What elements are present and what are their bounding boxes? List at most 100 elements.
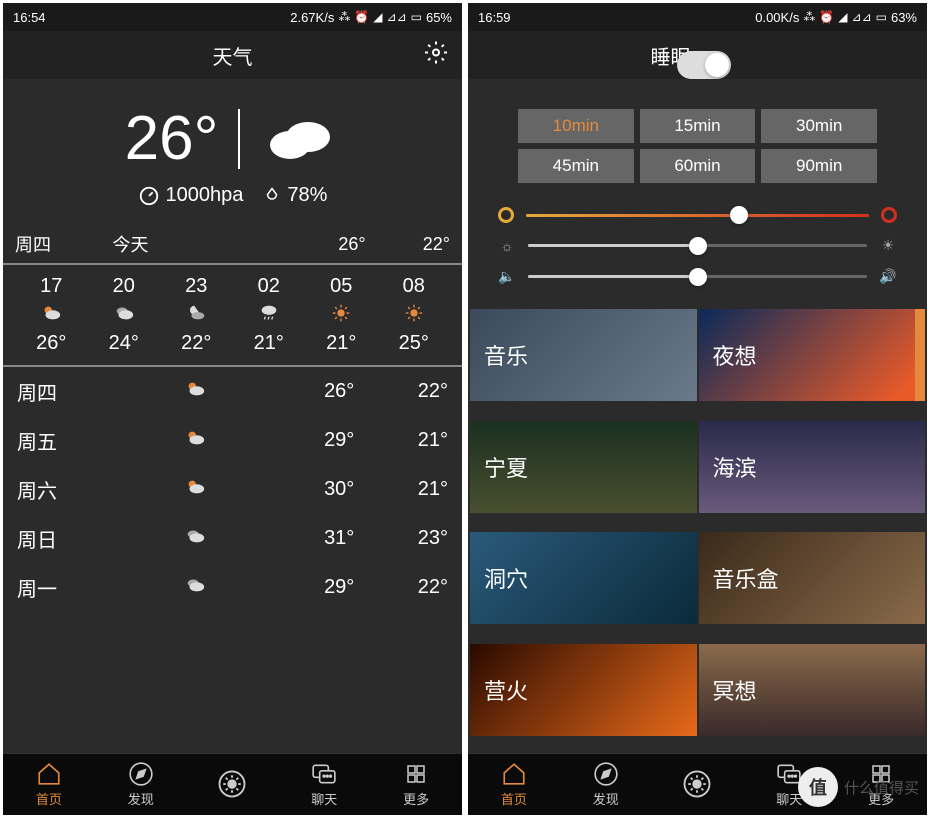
slider-track[interactable] [528,275,867,278]
sound-label: 洞穴 [484,562,528,594]
day-hi: 30° [261,478,355,501]
statusbar: 16:54 2.67K/s ⁂ ⏰ ◢ ⊿⊿ ▭ 65% [3,3,462,31]
volume-low-icon: 🔈 [498,268,516,285]
nav-compass[interactable]: 发现 [95,754,187,815]
sound-card[interactable]: 洞穴 [470,532,697,624]
watermark: 值 什么值得买 [798,767,919,807]
nav-sun[interactable] [187,754,279,815]
alarm-icon: ⏰ [354,10,369,24]
brightness-low-icon: ☼ [498,238,516,254]
volume-high-icon: 🔊 [879,268,897,285]
sound-card[interactable]: 冥想 [699,644,926,736]
nav-sun[interactable] [652,754,744,815]
page-title: 天气 [213,41,253,70]
nav-label: 更多 [403,789,429,808]
signal-icon: ⊿⊿ [852,10,872,24]
brightness-slider[interactable]: ☼ ☀ [498,237,897,254]
sound-card[interactable]: 营火 [470,644,697,736]
weather-stats: 1000hpa 78% [3,184,462,225]
slider-thumb[interactable] [730,206,748,224]
daily-row: 周六 30° 21° [3,465,462,514]
day-hi: 31° [261,527,355,550]
today-row: 周四 今天 26° 22° [3,225,462,263]
slider-thumb[interactable] [689,268,707,286]
day-lo: 23° [354,527,448,550]
nav-grid[interactable]: 更多 [370,754,462,815]
nav-chat[interactable]: 聊天 [278,754,370,815]
statusbar-time: 16:59 [478,10,511,25]
sun-icon [217,771,247,797]
bluetooth-icon: ⁂ [338,10,350,24]
slider-thumb[interactable] [689,237,707,255]
daily-row: 周五 29° 21° [3,416,462,465]
nav-home[interactable]: 首页 [468,754,560,815]
color-slider[interactable] [498,207,897,223]
sound-card[interactable]: 音乐 [470,309,697,401]
hour-temp: 26° [15,328,88,359]
hour-time: 08 [378,271,451,302]
cloudy-icon [260,109,340,169]
sound-card[interactable]: 海滨 [699,421,926,513]
timer-option[interactable]: 60min [640,149,756,183]
timer-option[interactable]: 30min [761,109,877,143]
droplet-icon [263,185,281,207]
sound-card[interactable]: 夜想 [699,309,926,401]
pressure: 1000hpa [138,184,244,207]
timer-option[interactable]: 45min [518,149,634,183]
today-label: 今天 [83,231,282,257]
hour-time: 02 [233,271,306,302]
sound-label: 音乐盒 [713,562,779,594]
hourly-item: 02 21° [233,271,306,359]
grid-icon [404,761,428,787]
day-lo: 21° [354,429,448,452]
day-hi: 29° [261,429,355,452]
sound-card[interactable]: 音乐盒 [699,532,926,624]
settings-button[interactable] [424,41,448,70]
weather-icon [129,427,260,455]
humidity-value: 78% [287,184,327,207]
nav-home[interactable]: 首页 [3,754,95,815]
today-lo: 22° [366,234,450,255]
hour-time: 23 [160,271,233,302]
hour-temp: 22° [160,328,233,359]
volume-slider[interactable]: 🔈 🔊 [498,268,897,285]
sleep-controls: 10min15min30min 45min60min90min ☼ ☀ 🔈 🔊 [468,79,927,309]
divider [238,109,240,169]
sleep-toggle[interactable] [677,51,731,79]
hourly-forecast[interactable]: 17 26° 20 24° 23 22° 02 21° 05 21° 08 25… [3,265,462,365]
gauge-icon [138,185,160,207]
weather-icon [129,525,260,553]
brightness-high-icon: ☀ [879,237,897,254]
network-speed: 2.67K/s [290,10,334,25]
battery-icon: ▭ [411,10,422,24]
nav-label: 发现 [593,789,619,808]
weather-icon [160,302,233,328]
nav-compass[interactable]: 发现 [560,754,652,815]
battery-icon: ▭ [876,10,887,24]
hourly-item: 23 22° [160,271,233,359]
timer-option[interactable]: 90min [761,149,877,183]
compass-icon [128,761,154,787]
daily-forecast[interactable]: 周四 26° 22° 周五 29° 21° 周六 30° 21° 周日 31° … [3,367,462,753]
statusbar-right: 0.00K/s ⁂ ⏰ ◢ ⊿⊿ ▭ 63% [755,10,917,25]
timer-option[interactable]: 15min [640,109,756,143]
sound-grid[interactable]: 音乐 夜想 宁夏 海滨 洞穴 音乐盒 营火 冥想 [468,309,927,753]
weather-icon [378,302,451,328]
statusbar-right: 2.67K/s ⁂ ⏰ ◢ ⊿⊿ ▭ 65% [290,10,452,25]
today-hi: 26° [281,234,365,255]
slider-track[interactable] [528,244,867,247]
hour-temp: 21° [233,328,306,359]
weather-screen: 16:54 2.67K/s ⁂ ⏰ ◢ ⊿⊿ ▭ 65% 天气 26° 1000… [3,3,462,815]
day-name: 周一 [17,573,129,602]
timer-option[interactable]: 10min [518,109,634,143]
hourly-item: 05 21° [305,271,378,359]
bottom-nav: 首页 发现 聊天 更多 [3,753,462,815]
hour-temp: 21° [305,328,378,359]
slider-track[interactable] [526,214,869,217]
daily-row: 周一 29° 22° [3,563,462,612]
network-speed: 0.00K/s [755,10,799,25]
hour-temp: 25° [378,328,451,359]
gear-icon [424,41,448,65]
sound-label: 海滨 [713,451,757,483]
sound-card[interactable]: 宁夏 [470,421,697,513]
